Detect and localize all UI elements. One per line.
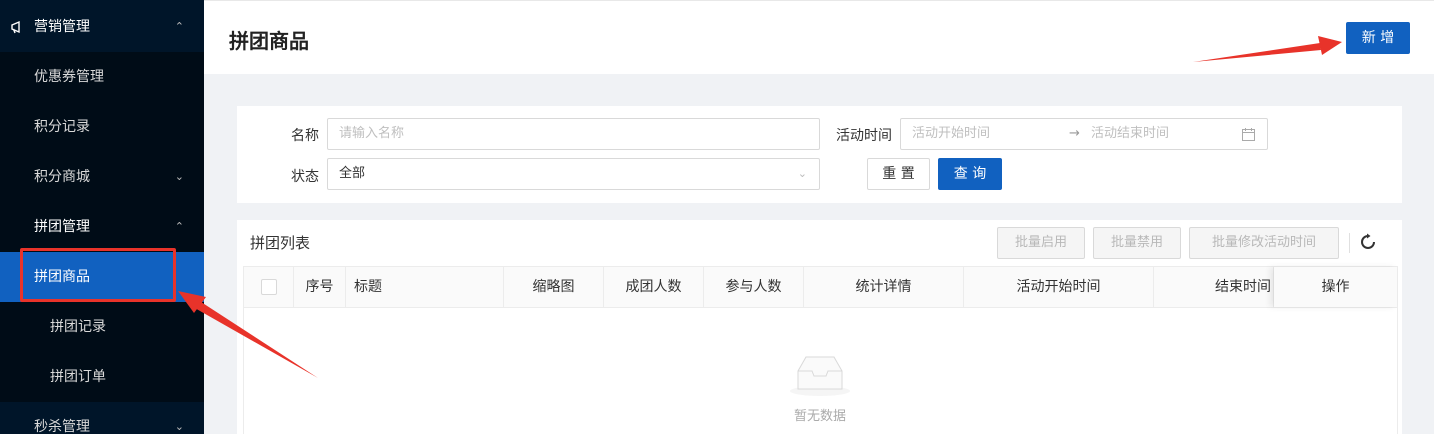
annotation-arrow-right xyxy=(1193,43,1321,62)
arrowhead-right xyxy=(1318,36,1342,55)
annotation-arrows xyxy=(178,36,1342,378)
annotation-arrow-left xyxy=(193,300,318,378)
